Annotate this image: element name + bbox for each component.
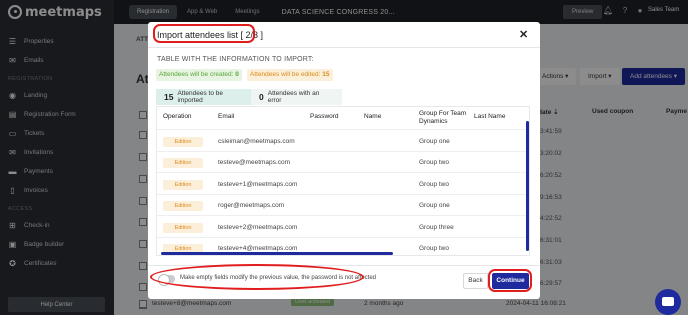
operation-badge: Edition xyxy=(163,201,203,211)
toggle-label: Make empty fields modify the previous va… xyxy=(180,275,376,281)
edited-count-pill: Attendees will be edited: 15 xyxy=(247,69,333,81)
divider xyxy=(148,265,540,266)
tab-to-be-imported[interactable]: 15 Attendees to be imported xyxy=(156,89,251,105)
operation-badge: Edition xyxy=(163,180,203,190)
row-divider xyxy=(157,215,527,216)
horizontal-scrollbar[interactable] xyxy=(161,252,393,255)
column-last-name: Last Name xyxy=(474,113,506,120)
vertical-scrollbar[interactable] xyxy=(526,121,529,251)
row-divider xyxy=(157,194,527,195)
modal-title: Import attendees list [ 2/3 ] xyxy=(157,30,264,40)
row-email: testeve+2@meetmaps.com xyxy=(218,224,298,231)
operation-badge: Edition xyxy=(163,223,203,233)
row-email: csleiman@meetmaps.com xyxy=(218,138,295,145)
divider xyxy=(148,47,540,48)
row-email: testeve+1@meetmaps.com xyxy=(218,181,298,188)
created-label: Attendees will be created: xyxy=(159,71,234,78)
tab-with-error[interactable]: 0 Attendees with an error xyxy=(251,89,342,105)
row-divider xyxy=(157,129,527,130)
import-table: Operation Email Password Name Group For … xyxy=(156,106,530,256)
table-heading: TABLE WITH THE INFORMATION TO IMPORT: xyxy=(157,56,314,63)
operation-badge: Edition xyxy=(163,137,203,147)
empty-fields-toggle[interactable] xyxy=(158,274,175,286)
column-operation: Operation xyxy=(163,113,192,120)
column-email: Email xyxy=(218,113,235,120)
imported-label: Attendees to be imported xyxy=(177,90,224,104)
row-group: Group two xyxy=(419,159,449,166)
row-group: Group one xyxy=(419,202,450,209)
row-divider xyxy=(157,237,527,238)
import-modal: Import attendees list [ 2/3 ] ✕ TABLE WI… xyxy=(148,22,540,299)
row-email: roger@meetmaps.com xyxy=(218,202,285,209)
column-group: Group For Team Dynamics xyxy=(419,110,467,125)
edited-count: 15 xyxy=(322,71,330,78)
row-divider xyxy=(157,172,527,173)
error-count: 0 xyxy=(259,92,264,102)
row-group: Group two xyxy=(419,181,449,188)
column-password: Password xyxy=(310,113,339,120)
row-group: Group two xyxy=(419,245,449,252)
close-icon[interactable]: ✕ xyxy=(519,28,528,41)
imported-count: 15 xyxy=(164,92,174,102)
row-email: testeve@meetmaps.com xyxy=(218,159,290,166)
continue-button[interactable]: Continue xyxy=(492,273,529,289)
edited-label: Attendees will be edited: xyxy=(250,71,321,78)
column-name: Name xyxy=(364,113,382,120)
row-group: Group three xyxy=(419,224,454,231)
error-label: Attendees with an error xyxy=(267,90,320,104)
created-count-pill: Attendees will be created: 0 xyxy=(156,69,242,81)
created-count: 0 xyxy=(235,71,239,78)
row-group: Group one xyxy=(419,138,450,145)
operation-badge: Edition xyxy=(163,158,203,168)
chat-icon[interactable] xyxy=(655,289,681,315)
row-divider xyxy=(157,151,527,152)
back-button[interactable]: Back xyxy=(463,273,488,289)
row-email: testeve+4@meetmaps.com xyxy=(218,245,298,252)
